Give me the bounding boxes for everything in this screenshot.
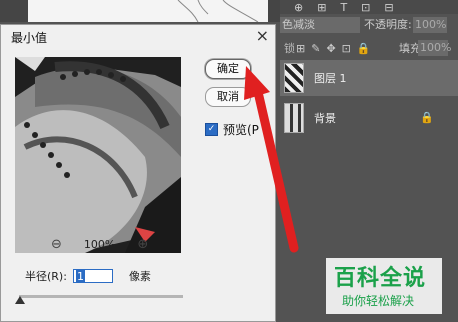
- tool-icon-3[interactable]: T: [340, 1, 347, 14]
- lock-move-icon[interactable]: ✥: [326, 42, 335, 55]
- zoom-level: 100%: [83, 238, 116, 251]
- canvas-sketch: [177, 0, 259, 23]
- tool-icon-5[interactable]: ⊟: [384, 1, 393, 14]
- preview-checkbox-row[interactable]: ✓ 预览(P: [205, 121, 259, 138]
- lock-label: 锁: [284, 42, 295, 55]
- lock-all-icon[interactable]: 🔒: [357, 42, 371, 55]
- radius-label: 半径(R):: [25, 270, 67, 283]
- layer-name: 图层 1: [314, 72, 347, 85]
- tool-icon-4[interactable]: ⊡: [361, 1, 370, 14]
- preview-label: 预览(P: [223, 123, 259, 137]
- lock-transparent-icon[interactable]: ⊞: [296, 42, 305, 55]
- canvas-area: [28, 0, 268, 23]
- radius-value: 1: [75, 270, 85, 283]
- layer-name: 背景: [314, 112, 336, 125]
- layer-thumbnail: [284, 63, 304, 93]
- blend-mode-select[interactable]: 色减淡: [280, 17, 360, 33]
- panel-toolbar: ⊕ ⊞ T ⊡ ⊟: [280, 0, 458, 14]
- cancel-button[interactable]: 取消: [205, 87, 251, 107]
- lock-icon: 🔒: [420, 111, 434, 124]
- blend-row: 色减淡 不透明度: 100%: [280, 16, 458, 36]
- zoom-controls: ⊖ 100% ⊕: [51, 237, 148, 252]
- layer-row-layer1[interactable]: 图层 1: [280, 60, 458, 96]
- opacity-label: 不透明度:: [364, 18, 412, 31]
- radius-row: 半径(R): 1 像素: [25, 268, 151, 284]
- minimum-filter-dialog: 最小值 × 确定 取消 ✓ 预览(P ⊖ 100% ⊕ 半径(R): 1 像素: [0, 24, 276, 322]
- radius-unit: 像素: [128, 270, 151, 283]
- lock-artboard-icon[interactable]: ⊡: [342, 42, 351, 55]
- layer-row-background[interactable]: 背景 🔒: [280, 100, 458, 136]
- watermark: 百科全说 助你轻松解决: [326, 258, 442, 314]
- preview-image: [15, 57, 181, 253]
- opacity-input[interactable]: 100%: [413, 17, 447, 33]
- layer-thumbnail: [284, 103, 304, 133]
- close-icon[interactable]: ×: [256, 26, 269, 45]
- lock-icons: ⊞ ✎ ✥ ⊡ 🔒: [296, 42, 371, 55]
- radius-slider-thumb[interactable]: [15, 296, 25, 304]
- preview-checkbox[interactable]: ✓: [205, 123, 218, 136]
- lock-paint-icon[interactable]: ✎: [311, 42, 320, 55]
- fill-input[interactable]: 100%: [418, 40, 451, 56]
- dialog-title: 最小值: [11, 31, 48, 45]
- tool-icon-1[interactable]: ⊕: [294, 1, 303, 14]
- watermark-subtitle: 助你轻松解决: [342, 294, 415, 308]
- watermark-title: 百科全说: [334, 266, 427, 291]
- zoom-out-icon[interactable]: ⊖: [51, 237, 62, 252]
- tool-icon-2[interactable]: ⊞: [317, 1, 326, 14]
- zoom-in-icon[interactable]: ⊕: [137, 237, 148, 252]
- filter-preview[interactable]: [15, 57, 181, 253]
- radius-input[interactable]: 1: [72, 269, 113, 283]
- lock-row: 锁 ⊞ ✎ ✥ ⊡ 🔒 填充: 100%: [280, 38, 458, 58]
- ok-button[interactable]: 确定: [205, 59, 251, 79]
- radius-slider-track[interactable]: [19, 295, 183, 298]
